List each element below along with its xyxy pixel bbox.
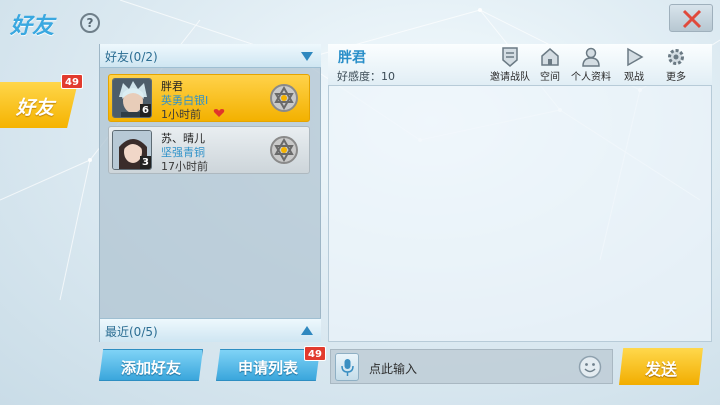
chat-input-placeholder: 点此输入 <box>369 362 418 376</box>
send-label: 发送 <box>644 360 677 379</box>
home-icon <box>541 48 559 66</box>
page-title: 好友 <box>10 14 55 39</box>
profile-button[interactable]: 个人资料 <box>568 47 614 83</box>
help-icon[interactable]: ? <box>80 13 100 33</box>
play-icon <box>627 47 644 67</box>
more-button[interactable]: 更多 <box>662 47 690 83</box>
team-invite-icon <box>502 47 518 67</box>
add-friend-label: 添加好友 <box>120 359 181 377</box>
emoji-icon[interactable] <box>578 355 602 379</box>
chat-friend-name: 胖君 <box>338 50 366 66</box>
chat-input-field[interactable]: 点此输入 <box>330 349 613 384</box>
star-rank-icon <box>270 84 298 112</box>
more-label: 更多 <box>666 72 686 83</box>
friend-last-online: 1小时前 <box>161 108 201 121</box>
favorability-value: 好感度：10 <box>337 70 395 83</box>
expand-arrow-icon <box>301 326 313 335</box>
recent-list-header-label: 最近(0/5) <box>105 325 158 339</box>
chat-header: 胖君 好感度：10 邀请战队 空间 个人资料 观战 更多 <box>328 44 712 86</box>
friend-item[interactable]: 3 苏、晴儿 坚强青铜 17小时前 <box>108 126 310 174</box>
spectate-button[interactable]: 观战 <box>620 47 648 83</box>
heart-icon <box>213 109 225 117</box>
request-notification-badge: 49 <box>304 346 326 361</box>
recent-list-header[interactable]: 最近(0/5) <box>100 318 321 342</box>
friend-list-header[interactable]: 好友(0/2) <box>100 44 321 68</box>
collapse-arrow-icon <box>301 52 313 61</box>
chat-panel <box>328 44 712 342</box>
level-tag: 3 <box>140 156 151 169</box>
friend-list-header-label: 好友(0/2) <box>105 50 158 64</box>
spectate-label: 观战 <box>624 72 644 83</box>
avatar: 6 <box>112 78 152 118</box>
profile-label: 个人资料 <box>571 72 611 83</box>
team-invite-label: 邀请战队 <box>490 72 530 83</box>
gear-icon <box>668 49 684 65</box>
team-invite-button[interactable]: 邀请战队 <box>488 47 532 83</box>
send-button[interactable]: 发送 <box>619 348 703 385</box>
avatar: 3 <box>112 130 152 170</box>
profile-icon <box>582 47 600 67</box>
star-rank-icon <box>270 136 298 164</box>
close-icon <box>682 9 702 29</box>
add-friend-button[interactable]: 添加好友 <box>99 349 203 381</box>
friends-notification-badge: 49 <box>61 74 83 89</box>
side-tab-label: 好友 <box>16 97 55 119</box>
space-button[interactable]: 空间 <box>536 47 564 83</box>
close-button[interactable] <box>669 4 713 32</box>
friend-last-online: 17小时前 <box>161 160 208 173</box>
level-tag: 6 <box>140 104 151 117</box>
microphone-icon <box>341 359 354 376</box>
voice-input-button[interactable] <box>335 353 359 381</box>
space-label: 空间 <box>540 72 560 83</box>
friend-item[interactable]: 6 胖君 英勇白银I 1小时前 <box>108 74 310 122</box>
